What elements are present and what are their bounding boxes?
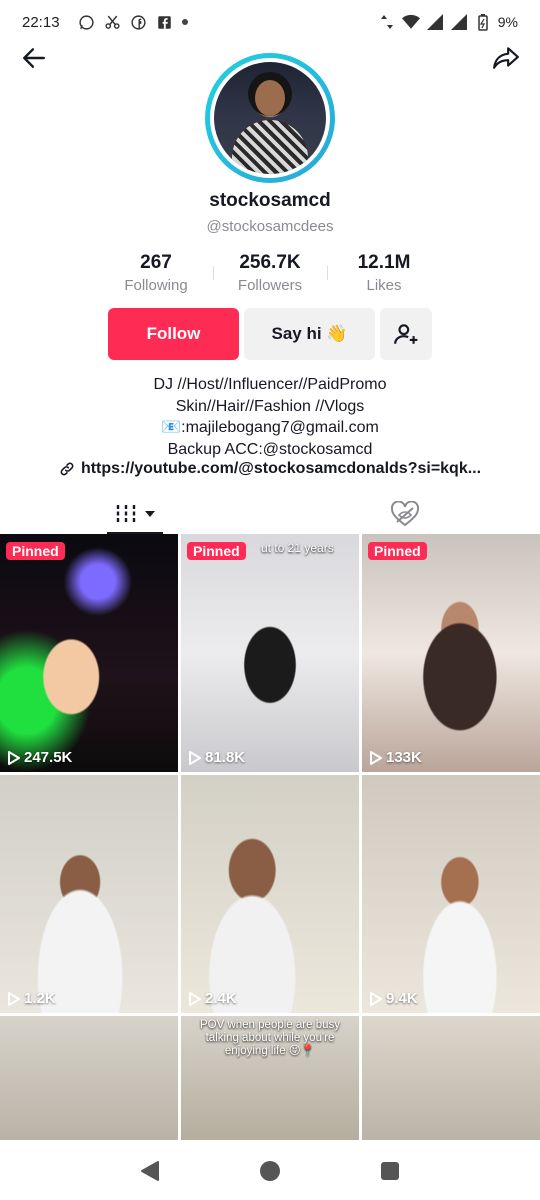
view-count-value: 2.4K <box>205 990 237 1007</box>
scissors-icon <box>104 13 122 31</box>
play-icon <box>8 991 20 1006</box>
data-arrows-icon <box>378 13 396 31</box>
signal-2-icon <box>450 13 468 31</box>
stat-label: Following <box>124 277 188 294</box>
video-thumbnail[interactable] <box>362 1016 540 1140</box>
system-nav-bar <box>0 1142 540 1200</box>
profile-link-text: https://youtube.com/@stockosamcdonalds?s… <box>80 460 482 477</box>
pinned-badge: Pinned <box>187 542 246 560</box>
video-thumbnail[interactable]: POV when people are busy talking about w… <box>181 1016 359 1140</box>
add-user-icon <box>394 324 418 344</box>
video-thumbnail[interactable] <box>0 1016 178 1140</box>
profile-stats: 267 Following 256.7K Followers 12.1M Lik… <box>0 250 540 296</box>
view-count-value: 81.8K <box>205 749 246 766</box>
play-icon <box>8 750 20 765</box>
video-thumbnail[interactable]: Pinned 247.5K <box>0 534 178 772</box>
status-right: 9% <box>378 13 518 31</box>
battery-percent: 9% <box>497 14 518 30</box>
status-time: 22:13 <box>22 13 60 31</box>
liked-heart-eye-off-icon <box>390 501 420 527</box>
stat-likes[interactable]: 12.1M Likes <box>327 250 441 296</box>
profile-username: stockosamcd <box>209 190 331 211</box>
status-bar: 22:13 9% <box>0 0 540 44</box>
view-count: 9.4K <box>370 990 418 1007</box>
triangle-back-icon <box>141 1161 159 1181</box>
play-icon <box>189 991 201 1006</box>
stat-value: 256.7K <box>239 252 301 273</box>
whatsapp-icon <box>78 13 96 31</box>
videos-grid-icon <box>116 505 136 523</box>
view-count: 1.2K <box>8 990 56 1007</box>
tab-liked[interactable] <box>270 494 540 534</box>
stat-following[interactable]: 267 Following <box>99 250 213 296</box>
video-caption-overlay: POV when people are busy talking about w… <box>199 1019 340 1057</box>
pinned-badge: Pinned <box>6 542 65 560</box>
nav-recents-button[interactable] <box>370 1151 410 1191</box>
video-thumbnail[interactable]: 9.4K <box>362 775 540 1013</box>
play-icon <box>189 750 201 765</box>
follow-button[interactable]: Follow <box>108 308 239 360</box>
facebook-icon <box>130 13 148 31</box>
profile-tabs <box>0 494 540 534</box>
back-button[interactable] <box>16 40 52 76</box>
arrow-left-icon <box>23 48 45 68</box>
nav-home-button[interactable] <box>250 1151 290 1191</box>
wifi-icon <box>401 13 420 31</box>
bio-line: 📧:majilebogang7@gmail.com <box>161 419 379 436</box>
view-count: 81.8K <box>189 749 245 766</box>
say-hi-button[interactable]: Say hi 👋 <box>244 308 375 360</box>
square-recents-icon <box>381 1162 399 1180</box>
link-icon <box>60 462 74 476</box>
stat-value: 12.1M <box>357 252 411 273</box>
video-caption-overlay: ut to 21 years <box>261 541 334 555</box>
view-count: 247.5K <box>8 749 72 766</box>
view-count: 133K <box>370 749 422 766</box>
stat-label: Followers <box>237 277 303 294</box>
avatar-image <box>214 62 326 174</box>
avatar[interactable] <box>205 53 335 183</box>
circle-home-icon <box>260 1161 280 1181</box>
stat-label: Likes <box>366 277 402 294</box>
play-icon <box>370 991 382 1006</box>
play-icon <box>370 750 382 765</box>
chevron-down-icon <box>145 511 155 517</box>
profile-bio: DJ //Host//Influencer//PaidPromo Skin//H… <box>0 374 540 460</box>
video-thumbnail[interactable]: ut to 21 years Pinned 81.8K <box>181 534 359 772</box>
status-left: 22:13 <box>22 13 188 31</box>
profile-handle: @stockosamcdees <box>206 218 334 235</box>
profile-link[interactable]: https://youtube.com/@stockosamcdonalds?s… <box>0 460 540 478</box>
stat-value: 267 <box>140 252 172 273</box>
share-button[interactable] <box>488 40 524 76</box>
view-count: 2.4K <box>189 990 237 1007</box>
battery-icon <box>474 13 492 31</box>
bio-line: Backup ACC:@stockosamcd <box>167 440 373 458</box>
view-count-value: 247.5K <box>24 749 73 766</box>
bio-line: DJ //Host//Influencer//PaidPromo <box>153 376 387 393</box>
video-thumbnail[interactable]: Pinned 133K <box>362 534 540 772</box>
stat-followers[interactable]: 256.7K Followers <box>213 250 327 296</box>
view-count-value: 1.2K <box>24 990 56 1007</box>
view-count-value: 9.4K <box>386 990 418 1007</box>
facebook-square-icon <box>156 13 174 31</box>
suggested-accounts-button[interactable] <box>380 308 432 360</box>
notification-dot-icon <box>181 19 188 25</box>
nav-back-button[interactable] <box>130 1151 170 1191</box>
video-grid: Pinned 247.5K ut to 21 years Pinned 81.8… <box>0 534 540 1200</box>
pinned-badge: Pinned <box>368 542 427 560</box>
share-arrow-icon <box>493 47 519 69</box>
tab-videos[interactable] <box>0 494 270 534</box>
video-thumbnail[interactable]: 2.4K <box>181 775 359 1013</box>
bio-line: Skin//Hair//Fashion //Vlogs <box>175 397 365 415</box>
profile-actions: Follow Say hi 👋 <box>108 308 432 360</box>
signal-icon <box>426 13 444 31</box>
video-thumbnail[interactable]: 1.2K <box>0 775 178 1013</box>
view-count-value: 133K <box>386 749 422 766</box>
